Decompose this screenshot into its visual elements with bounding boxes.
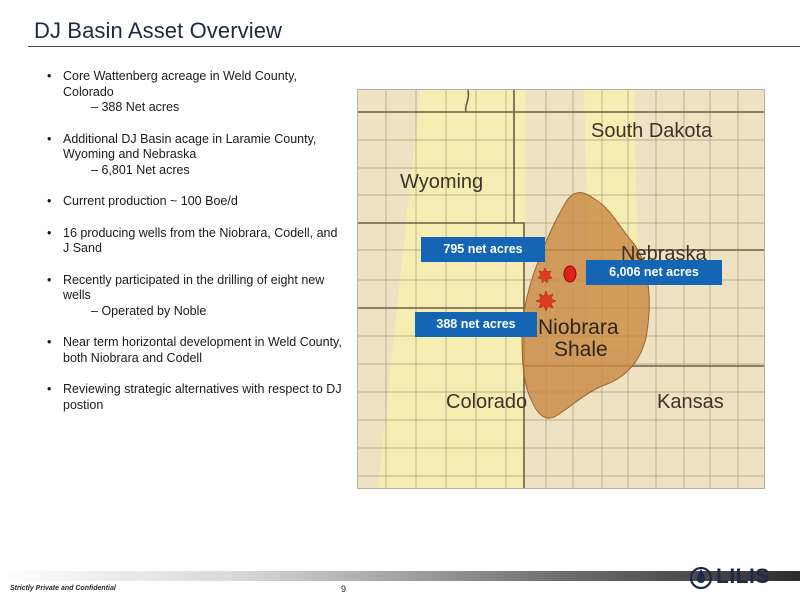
callout-795-net-acres: 795 net acres: [421, 237, 545, 262]
logo-drop-icon: [690, 566, 712, 590]
bullet-list: • Core Wattenberg acreage in Weld County…: [44, 69, 344, 429]
bullet-text: Additional DJ Basin acage in Laramie Cou…: [63, 131, 317, 162]
callout-388-net-acres: 388 net acres: [415, 312, 537, 337]
map-graphic: South Dakota Wyoming Nebraska Colorado K…: [358, 90, 764, 488]
bullet-item: • Recently participated in the drilling …: [44, 273, 344, 320]
bullet-item: • Core Wattenberg acreage in Weld County…: [44, 69, 344, 116]
shale-label-line2: Shale: [554, 338, 608, 361]
state-label-wyoming: Wyoming: [400, 171, 483, 193]
bullet-subitem: – 6,801 Net acres: [91, 162, 190, 177]
bullet-dot: •: [47, 272, 52, 287]
state-label-kansas: Kansas: [657, 391, 724, 413]
bullet-dot: •: [47, 131, 52, 146]
bullet-item: • Reviewing strategic alternatives with …: [44, 382, 344, 413]
state-label-south-dakota: South Dakota: [591, 120, 713, 142]
bullet-subitem: – Operated by Noble: [91, 303, 207, 318]
logo-text: LILIS: [716, 565, 770, 588]
bullet-item: • Near term horizontal development in We…: [44, 335, 344, 366]
bullet-subitem: – 388 Net acres: [91, 100, 180, 114]
bullet-item: • Current production ~ 100 Boe/d: [44, 194, 344, 210]
bullet-text: Recently participated in the drilling of…: [63, 272, 325, 303]
slide-title: DJ Basin Asset Overview: [34, 18, 283, 43]
bullet-text: Reviewing strategic alternatives with re…: [63, 382, 342, 412]
bullet-dot: •: [47, 335, 52, 349]
shale-label-line1: Niobrara: [538, 316, 619, 339]
state-label-colorado: Colorado: [446, 391, 527, 413]
bullet-text: Near term horizontal development in Weld…: [63, 335, 342, 365]
bullet-text: 16 producing wells from the Niobrara, Co…: [63, 225, 338, 256]
bullet-dot: •: [47, 382, 52, 396]
bullet-dot: •: [47, 225, 52, 240]
bullet-text: Core Wattenberg acreage in Weld County, …: [63, 69, 297, 99]
bullet-dot: •: [47, 194, 52, 208]
company-logo: LILIS: [690, 562, 770, 592]
footer-bar: [0, 571, 800, 581]
callout-6006-net-acres: 6,006 net acres: [586, 260, 722, 285]
subitem-text: 388 Net acres: [101, 100, 180, 114]
star-marker-icon: [535, 290, 557, 312]
bullet-text: Current production ~ 100 Boe/d: [63, 194, 238, 208]
red-oval-marker-icon: [563, 265, 577, 283]
dj-basin-map: South Dakota Wyoming Nebraska Colorado K…: [357, 89, 765, 489]
subitem-text: 6,801 Net acres: [101, 162, 190, 177]
bullet-item: • 16 producing wells from the Niobrara, …: [44, 226, 344, 257]
subitem-text: Operated by Noble: [101, 303, 207, 318]
bullet-item: • Additional DJ Basin acage in Laramie C…: [44, 132, 344, 179]
confidentiality-note: Strictly Private and Confidential: [10, 585, 116, 592]
bullet-dot: •: [47, 69, 52, 83]
title-divider: [28, 46, 800, 47]
page-number: 9: [341, 584, 347, 594]
